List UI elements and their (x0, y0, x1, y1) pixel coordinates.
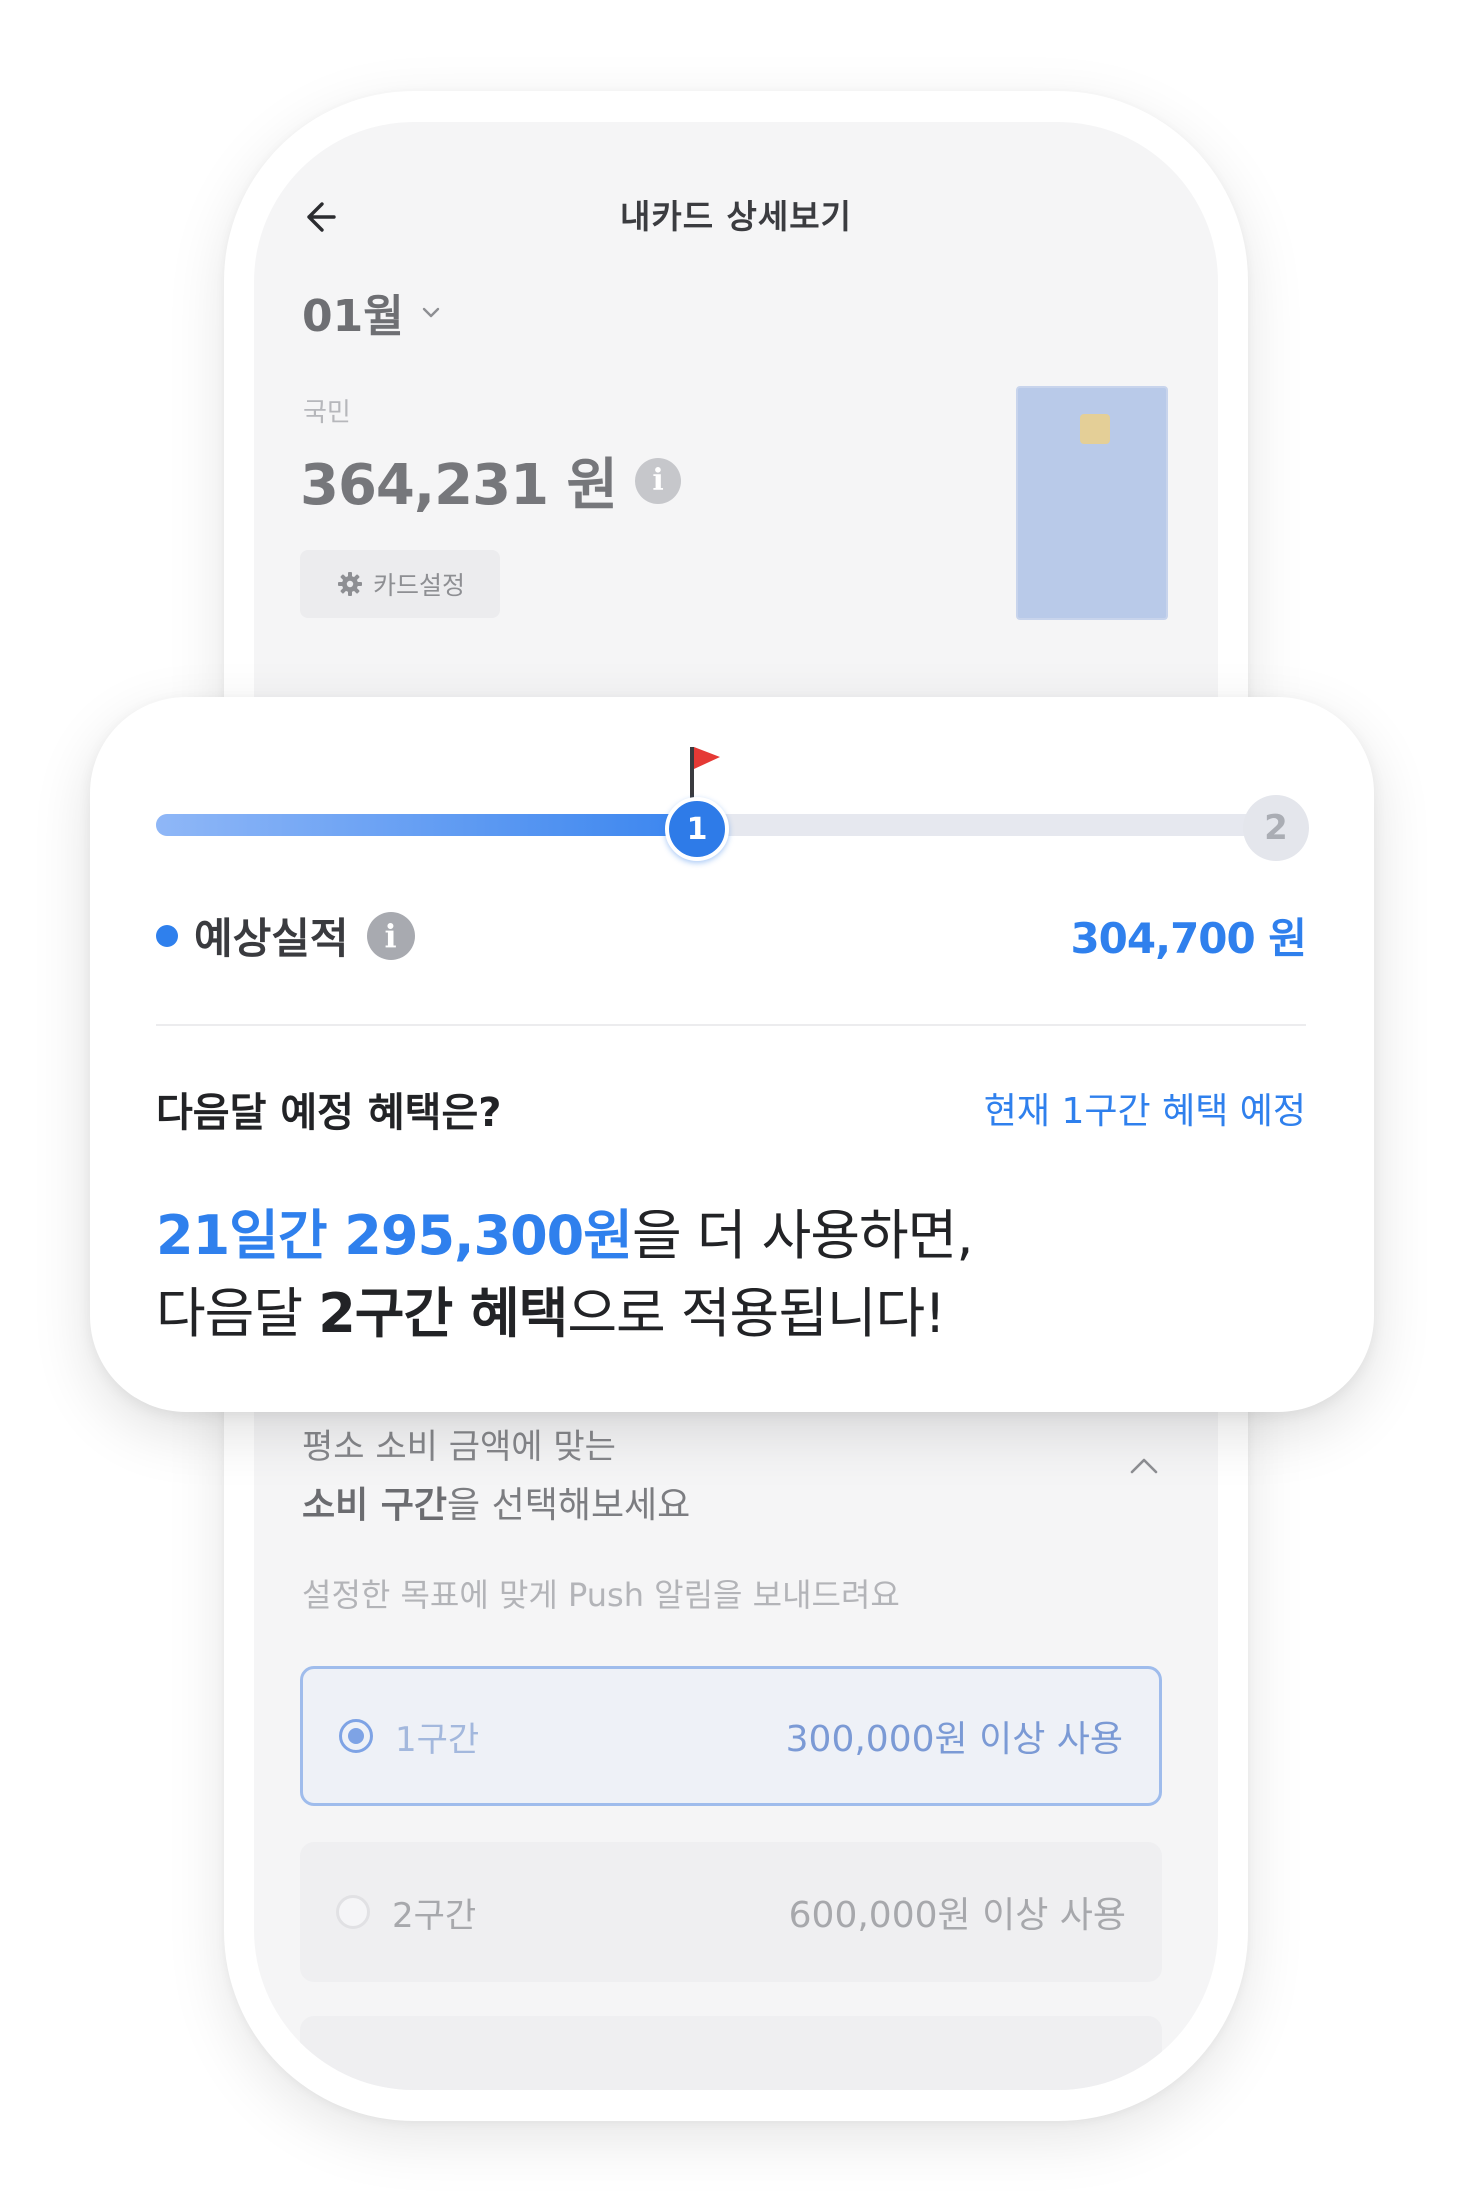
goal-heading-line1: 평소 소비 금액에 맞는 (302, 1427, 616, 1467)
page-title: 내카드 상세보기 (619, 197, 852, 236)
chevron-up-icon[interactable] (1124, 1452, 1164, 1480)
card-chip-icon (1080, 414, 1110, 444)
benefit-message-line2a: 다음달 (156, 1282, 319, 1345)
expected-label: 예상실적 (194, 914, 349, 963)
divider (156, 1024, 1306, 1026)
push-note: 설정한 목표에 맞게 Push 알림을 보내드려요 (302, 1576, 900, 1614)
tier-option-label: 1구간 (395, 1719, 480, 1760)
month-label: 01월 (302, 291, 404, 342)
progress-node-1: 1 (665, 797, 729, 861)
progress-track (156, 814, 1306, 836)
month-selector[interactable]: 01월 (302, 280, 444, 344)
goal-heading-rest: 을 선택해보세요 (447, 1485, 691, 1526)
tier-option-amount: 600,000원 이상 사용 (788, 1895, 1126, 1936)
tier-option-1[interactable]: 1구간 300,000원 이상 사용 (300, 1666, 1162, 1806)
benefit-message-line1: 을 더 사용하면, (631, 1204, 974, 1267)
tier-option-label: 2구간 (392, 1895, 477, 1936)
radio-unselected-icon[interactable] (336, 1895, 370, 1929)
next-benefit-question: 다음달 예정 혜택은? (156, 1090, 502, 1136)
progress-fill (156, 814, 697, 836)
gear-icon (337, 572, 362, 596)
progress-node-2: 2 (1243, 795, 1309, 861)
card-bank-name: 국민 (303, 398, 351, 428)
benefit-message-bold: 2구간 혜택 (318, 1282, 568, 1345)
tier-option-3[interactable] (300, 2016, 1162, 2090)
benefit-message-highlight: 21일간 295,300원 (156, 1204, 633, 1267)
goal-heading-line2: 소비 구간을 선택해보세요 (302, 1476, 690, 1528)
card-usage-amount: 364,231 원 (300, 453, 618, 518)
tier-option-amount: 300,000원 이상 사용 (785, 1719, 1123, 1760)
expected-performance-row: 예상실적 i (156, 905, 415, 966)
info-icon[interactable]: i (366, 911, 415, 960)
benefit-message-line2b: 으로 적용됩니다! (567, 1282, 946, 1345)
tier-option-2[interactable]: 2구간 600,000원 이상 사용 (300, 1842, 1162, 1982)
benefit-message: 21일간 295,300원을 더 사용하면, 다음달 2구간 혜택으로 적용됩니… (156, 1197, 974, 1353)
card-image[interactable] (1016, 386, 1168, 620)
card-settings-label: 카드설정 (372, 571, 465, 600)
goal-heading-bold: 소비 구간 (302, 1485, 448, 1526)
benefit-overlay-card: 1 2 예상실적 i 304,700 원 다음달 예정 혜택은? 현재 1구간 … (90, 697, 1374, 1412)
expected-amount: 304,700 원 (1070, 914, 1307, 963)
card-settings-button[interactable]: 카드설정 (300, 550, 500, 618)
card-usage-row: 364,231 원 i (300, 440, 682, 521)
flag-icon (690, 747, 720, 801)
expected-dot-icon (156, 924, 178, 947)
current-tier-status: 현재 1구간 혜택 예정 (983, 1091, 1306, 1132)
info-icon[interactable]: i (635, 457, 682, 504)
radio-selected-icon[interactable] (339, 1719, 373, 1753)
chevron-down-icon (422, 307, 439, 318)
